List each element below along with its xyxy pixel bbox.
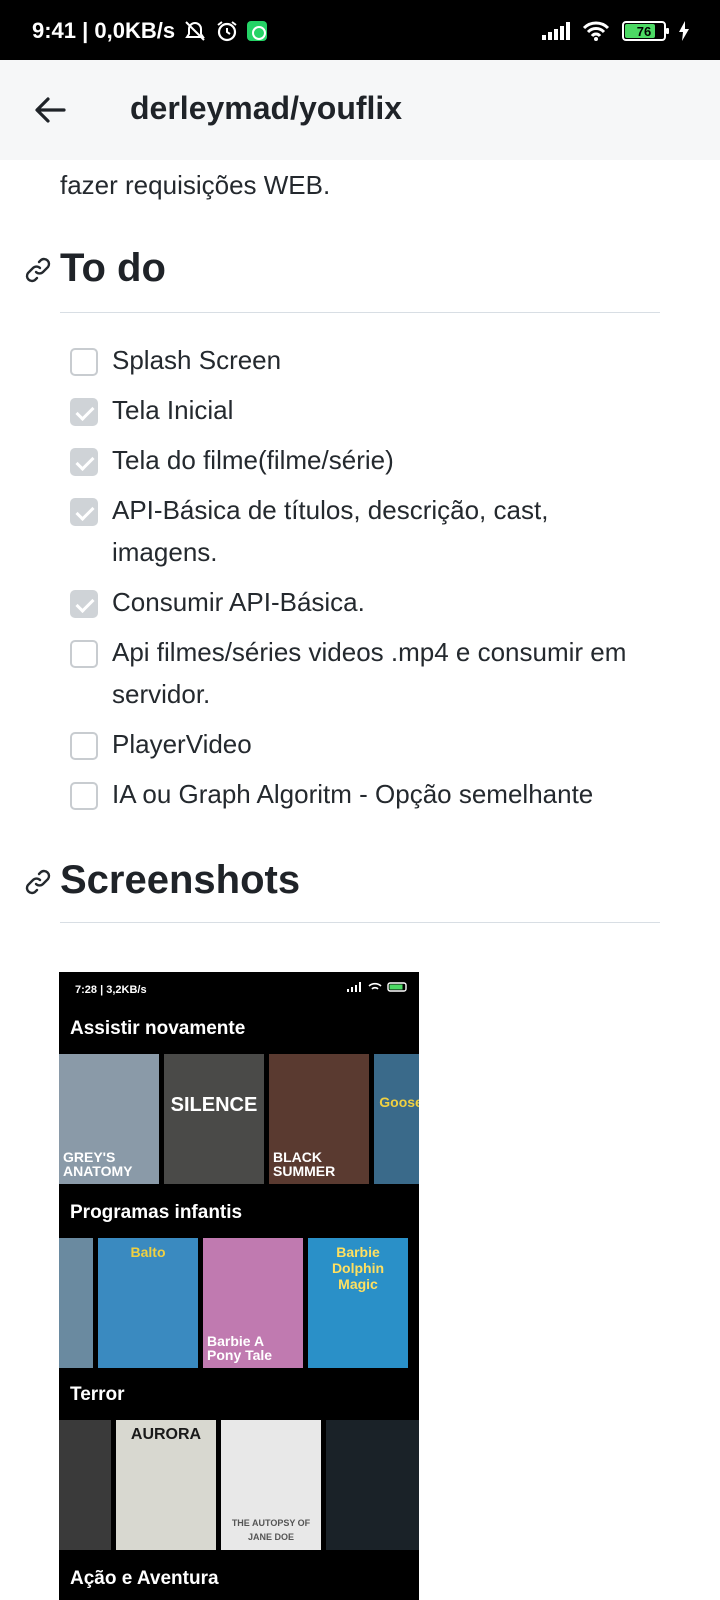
task-label: Tela do filme(filme/série) [112, 445, 394, 475]
battery-icon: 76 [622, 21, 669, 41]
battery-icon [387, 982, 407, 992]
poster[interactable]: AURORA [116, 1420, 216, 1550]
task-label: IA ou Graph Algoritm - Opção semelhante [112, 779, 594, 809]
task-item: Tela Inicial [70, 395, 642, 431]
poster-title: AURORA [130, 1426, 202, 1443]
poster-title: Barbie A Pony Tale [207, 1333, 273, 1363]
poster[interactable] [326, 1420, 419, 1550]
section-title: Terror [70, 1384, 125, 1405]
poster[interactable]: Balto [98, 1238, 198, 1368]
poster-row: AURORA THE AUTOPSY OF JANE DOE [59, 1420, 419, 1550]
poster[interactable]: THE AUTOPSY OF JANE DOE [221, 1420, 321, 1550]
poster-title: Barbie Dolphin Magic [331, 1244, 385, 1292]
screenshot-status-icons [347, 982, 409, 992]
app-title: derleymad/youflix [130, 90, 403, 126]
task-checkbox[interactable] [70, 782, 98, 810]
whatsapp-icon [247, 21, 268, 41]
task-item: Consumir API-Básica. [70, 587, 642, 623]
poster[interactable] [59, 1238, 93, 1368]
poster-title: SILENCE [170, 1094, 258, 1116]
poster[interactable]: SILENCE [164, 1054, 264, 1184]
battery-level: 76 [636, 23, 652, 39]
app-bar: derleymad/youflix [0, 60, 720, 160]
screenshot-status: 7:28 | 3,2KB/s [75, 984, 147, 996]
poster[interactable]: Barbie Dolphin Magic [308, 1238, 408, 1368]
task-checkbox[interactable] [70, 640, 98, 668]
charging-icon [679, 21, 689, 41]
poster[interactable]: Goosebumps [374, 1054, 419, 1184]
task-item: Api filmes/séries videos .mp4 e consumir… [70, 637, 642, 715]
task-checkbox[interactable] [70, 398, 98, 426]
signal-icon [542, 22, 570, 40]
poster-title: THE AUTOPSY OF JANE DOE [231, 1518, 311, 1542]
link-icon[interactable] [24, 868, 52, 896]
task-item: IA ou Graph Algoritm - Opção semelhante [70, 779, 642, 815]
alarm-icon [217, 21, 237, 42]
section-title: Ação e Aventura [70, 1568, 219, 1589]
poster-title: Goosebumps [379, 1094, 419, 1110]
poster[interactable]: BLACK SUMMER [269, 1054, 369, 1184]
poster-title: BLACK SUMMER [273, 1149, 336, 1179]
task-checkbox[interactable] [70, 732, 98, 760]
poster[interactable]: GREY'S ANATOMY [59, 1054, 159, 1184]
status-bar: 9:41 | 0,0KB/s 76 [0, 0, 720, 60]
poster-row: GREY'S ANATOMY SILENCE BLACK SUMMER Goos… [59, 1054, 419, 1184]
heading-divider [60, 312, 660, 313]
task-label: API-Básica de títulos, descrição, cast, … [112, 495, 549, 567]
task-checkbox[interactable] [70, 448, 98, 476]
task-checkbox[interactable] [70, 498, 98, 526]
status-right: 76 [542, 20, 690, 42]
link-icon[interactable] [24, 256, 52, 284]
todo-heading: To do [60, 246, 166, 290]
poster[interactable] [59, 1420, 111, 1550]
task-item: Splash Screen [70, 345, 642, 381]
wifi-icon [368, 982, 382, 990]
back-arrow-icon[interactable] [30, 90, 70, 130]
task-label: PlayerVideo [112, 729, 252, 759]
task-checkbox[interactable] [70, 590, 98, 618]
heading-divider [60, 922, 660, 923]
task-item: API-Básica de títulos, descrição, cast, … [70, 495, 642, 573]
screenshots-heading: Screenshots [60, 858, 301, 902]
task-label: Api filmes/séries videos .mp4 e consumir… [112, 637, 627, 709]
task-item: Tela do filme(filme/série) [70, 445, 642, 481]
task-label: Tela Inicial [112, 395, 234, 425]
section-title: Programas infantis [70, 1202, 243, 1223]
mute-icon [185, 21, 205, 41]
poster-row: Balto Barbie A Pony Tale Barbie Dolphin … [59, 1238, 408, 1368]
task-label: Consumir API-Básica. [112, 587, 365, 617]
signal-icon [347, 982, 361, 992]
status-left: 9:41 | 0,0KB/s [32, 18, 268, 44]
poster-title: GREY'S ANATOMY [63, 1149, 133, 1179]
task-item: PlayerVideo [70, 729, 642, 765]
poster[interactable]: Barbie A Pony Tale [203, 1238, 303, 1368]
screenshot-image[interactable]: 7:28 | 3,2KB/s Assistir novamente GREY'S… [59, 972, 419, 1600]
wifi-icon [582, 21, 610, 41]
intro-text: fazer requisições WEB. [60, 170, 331, 200]
task-label: Splash Screen [112, 345, 282, 375]
section-title: Assistir novamente [70, 1018, 246, 1039]
status-time: 9:41 | 0,0KB/s [32, 18, 176, 43]
task-checkbox[interactable] [70, 348, 98, 376]
poster-title: Balto [130, 1244, 166, 1260]
